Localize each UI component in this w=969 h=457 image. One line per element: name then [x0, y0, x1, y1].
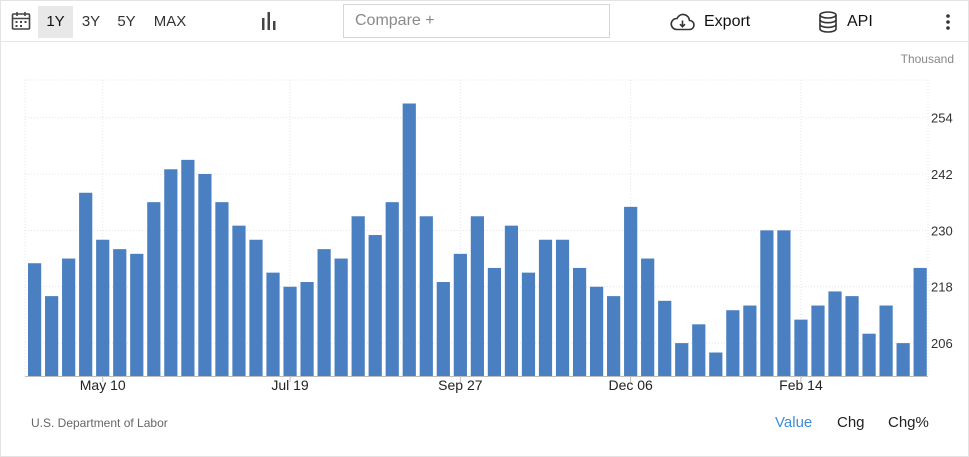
x-tick-label: Sep 27: [438, 377, 483, 393]
bar[interactable]: [164, 169, 178, 376]
bar[interactable]: [828, 291, 842, 376]
bar[interactable]: [760, 230, 774, 376]
bar[interactable]: [538, 239, 553, 376]
bar[interactable]: [726, 310, 740, 376]
bar[interactable]: [232, 225, 246, 376]
bar[interactable]: [743, 305, 757, 376]
bar[interactable]: [555, 239, 570, 376]
y-tick-label: 206: [931, 336, 953, 351]
bar[interactable]: [658, 300, 672, 376]
bar[interactable]: [436, 282, 450, 376]
bar[interactable]: [419, 216, 433, 376]
bar[interactable]: [470, 216, 484, 376]
bar[interactable]: [368, 235, 382, 376]
bar[interactable]: [794, 319, 808, 376]
bar[interactable]: [845, 296, 859, 376]
bar[interactable]: [266, 272, 280, 376]
bar[interactable]: [487, 267, 502, 376]
x-tick-label: Dec 06: [608, 377, 653, 393]
bar[interactable]: [181, 159, 195, 376]
bar[interactable]: [692, 324, 706, 376]
source-label: U.S. Department of Labor: [31, 416, 168, 430]
bar[interactable]: [589, 286, 604, 376]
bar-chart: 206 218 230 242 254 May 10 Jul 19 Sep 27 Dec 06 F…: [24, 79, 953, 393]
bar[interactable]: [283, 286, 297, 376]
bar[interactable]: [504, 225, 519, 376]
bar[interactable]: [521, 272, 536, 376]
bar[interactable]: [453, 253, 467, 376]
bar[interactable]: [215, 202, 229, 376]
bar[interactable]: [675, 343, 689, 376]
bar[interactable]: [913, 267, 927, 376]
bar[interactable]: [28, 263, 42, 376]
y-tick-label: 242: [931, 167, 953, 182]
bar[interactable]: [96, 239, 110, 376]
y-tick-label: 254: [931, 111, 953, 126]
x-tick-label: Jul 19: [271, 377, 309, 393]
x-tick-label: Feb 14: [779, 377, 823, 393]
y-tick-label: 230: [931, 223, 953, 238]
bar[interactable]: [624, 206, 638, 376]
bar[interactable]: [249, 239, 263, 376]
bar[interactable]: [334, 258, 348, 376]
bar[interactable]: [147, 202, 161, 376]
y-tick-label: 218: [931, 280, 953, 295]
view-chg-button[interactable]: Chg: [837, 414, 865, 431]
bar[interactable]: [811, 305, 825, 376]
bar[interactable]: [62, 258, 76, 376]
bar[interactable]: [113, 249, 127, 376]
bar[interactable]: [572, 267, 587, 376]
x-tick-label: May 10: [80, 377, 126, 393]
bar[interactable]: [862, 333, 876, 376]
bar[interactable]: [130, 253, 144, 376]
bar[interactable]: [641, 258, 655, 376]
bar[interactable]: [879, 305, 893, 376]
bar[interactable]: [45, 296, 59, 376]
bar[interactable]: [79, 192, 93, 376]
bar[interactable]: [300, 282, 314, 376]
bar[interactable]: [896, 343, 910, 376]
bar[interactable]: [351, 216, 365, 376]
bar[interactable]: [317, 249, 331, 376]
view-chg-percent-button[interactable]: Chg%: [888, 414, 929, 431]
view-value-button[interactable]: Value: [775, 414, 812, 431]
bar[interactable]: [709, 352, 723, 376]
bar[interactable]: [385, 202, 399, 376]
bar[interactable]: [402, 103, 416, 376]
bar[interactable]: [198, 173, 212, 376]
bar[interactable]: [607, 296, 621, 376]
bar[interactable]: [777, 230, 791, 376]
